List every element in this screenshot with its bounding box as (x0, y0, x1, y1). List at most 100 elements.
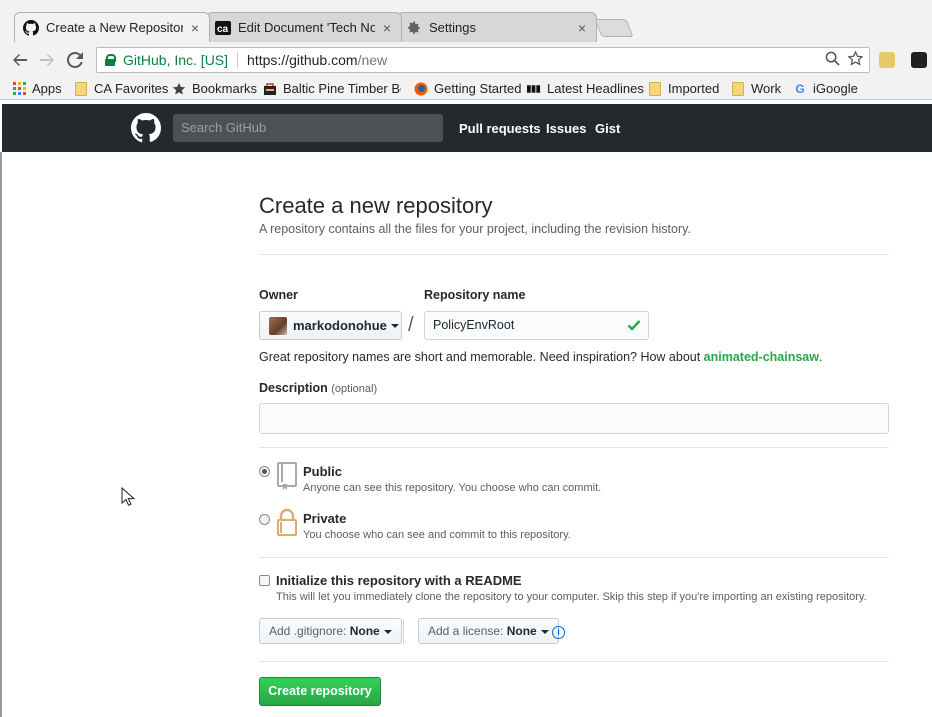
repo-name-input[interactable]: PolicyEnvRoot (424, 311, 649, 340)
repo-name-value: PolicyEnvRoot (433, 318, 515, 332)
license-prefix: Add a license: (428, 624, 507, 638)
public-radio[interactable] (259, 466, 270, 477)
lock-icon (105, 54, 116, 66)
description-optional: (optional) (331, 383, 378, 395)
star-icon (172, 82, 186, 96)
public-title: Public (303, 464, 343, 479)
tab-close-icon[interactable]: × (189, 20, 201, 36)
info-icon[interactable]: i (552, 626, 565, 639)
address-bar[interactable]: GitHub, Inc. [US] https://github.com/new (96, 47, 870, 73)
reload-icon[interactable] (65, 50, 85, 70)
check-icon (627, 318, 641, 332)
folder-icon (74, 81, 88, 96)
mouse-cursor-icon (121, 486, 136, 507)
license-value: None (506, 624, 537, 638)
new-tab-button[interactable] (594, 19, 634, 37)
hint-text: Great repository names are short and mem… (259, 350, 704, 364)
bookmark-imported[interactable]: Imported (648, 80, 719, 97)
forward-arrow-icon[interactable] (37, 50, 57, 70)
nav-pull-requests[interactable]: Pull requests (459, 121, 541, 136)
bookmark-label: CA Favorites (94, 81, 169, 96)
ca-icon: ca (215, 20, 231, 36)
owner-label: Owner (259, 288, 298, 302)
bookmark-label: Latest Headlines (547, 81, 644, 96)
bookmark-baltic-pine[interactable]: Baltic Pine Timber Boo (263, 80, 401, 97)
owner-repo-separator: / (408, 314, 414, 336)
tab-create-repository[interactable]: Create a New Repository × (14, 12, 210, 42)
tab-label: Create a New Repository (46, 20, 183, 35)
bookmark-label: Work (751, 81, 782, 96)
bookmark-work[interactable]: Work (731, 80, 781, 97)
folder-icon (731, 81, 745, 96)
private-note: You choose who can see and commit to thi… (303, 529, 571, 541)
public-note: Anyone can see this repository. You choo… (303, 482, 602, 494)
tab-close-icon[interactable]: × (381, 20, 393, 36)
bookmark-label: Apps (32, 81, 62, 96)
bookmark-star-icon[interactable] (847, 50, 864, 70)
private-radio[interactable] (259, 514, 270, 525)
tab-close-icon[interactable]: × (576, 20, 588, 36)
suggested-name-link[interactable]: animated-chainsaw (704, 350, 819, 364)
owner-select[interactable]: markodonohue (259, 311, 402, 340)
readme-label[interactable]: Initialize this repository with a README (276, 573, 522, 588)
firefox-icon (414, 82, 428, 96)
gitignore-value: None (349, 624, 380, 638)
description-input[interactable] (259, 403, 889, 434)
private-title: Private (303, 511, 347, 526)
page-subtitle: A repository contains all the files for … (259, 222, 691, 236)
svg-text:ca: ca (217, 24, 229, 35)
readme-checkbox[interactable] (259, 575, 270, 586)
hint-suffix: . (819, 350, 823, 364)
owner-value: markodonohue (293, 318, 387, 333)
divider (259, 557, 889, 558)
license-select[interactable]: Add a license: None (418, 618, 559, 644)
zoom-search-icon[interactable] (825, 51, 840, 70)
gitignore-select[interactable]: Add .gitignore: None (259, 618, 402, 644)
divider (259, 447, 889, 448)
tab-label: Settings (429, 20, 476, 35)
bookmark-label: Bookmarks (192, 81, 258, 96)
create-repository-button[interactable]: Create repository (259, 677, 381, 706)
bookmark-apps[interactable]: Apps (12, 80, 62, 97)
github-search-input[interactable]: Search GitHub (173, 114, 443, 142)
gear-icon (406, 20, 422, 36)
github-header: Search GitHub Pull requests Issues Gist (2, 104, 932, 152)
description-label: Description (optional) (259, 381, 377, 395)
google-icon: G (795, 81, 805, 96)
nav-issues[interactable]: Issues (546, 121, 586, 136)
bookmark-bookmarks[interactable]: Bookmarks (172, 80, 257, 97)
bookmark-igoogle[interactable]: G iGoogle (793, 80, 858, 97)
bookmark-getting-started[interactable]: Getting Started (414, 80, 521, 97)
nav-gist[interactable]: Gist (595, 121, 620, 136)
vertical-divider (403, 619, 404, 644)
browser-toolbar: GitHub, Inc. [US] https://github.com/new (0, 42, 932, 76)
window-edge (0, 152, 2, 717)
bookmarks-bar: Apps CA Favorites Bookmarks Baltic Pine … (0, 76, 932, 100)
avatar (269, 316, 287, 335)
bookmark-label: iGoogle (813, 81, 858, 96)
tab-edit-document[interactable]: ca Edit Document 'Tech Not × (206, 12, 402, 42)
tab-settings[interactable]: Settings × (397, 12, 597, 42)
bag-icon (263, 82, 277, 96)
gitignore-prefix: Add .gitignore: (269, 624, 350, 638)
tab-label: Edit Document 'Tech Not (238, 20, 375, 35)
security-label: GitHub, Inc. [US] (123, 52, 229, 68)
caret-down-icon (390, 323, 399, 328)
bookmark-label: Imported (668, 81, 720, 96)
bookmark-ca-favorites[interactable]: CA Favorites (74, 80, 168, 97)
bookmark-latest-headlines[interactable]: Latest Headlines (527, 80, 644, 97)
caret-down-icon (540, 629, 549, 634)
extension-tampermonkey-icon[interactable] (911, 52, 927, 68)
security-indicator[interactable]: GitHub, Inc. [US] (105, 52, 228, 68)
repo-book-icon (276, 462, 298, 493)
extension-pie-icon[interactable] (879, 52, 895, 68)
lock-icon (276, 508, 298, 539)
page-title: Create a new repository (259, 193, 493, 218)
browser-tab-strip: Settings × ca Edit Document 'Tech Not × … (0, 0, 932, 42)
url-path: /new (357, 52, 388, 68)
bbc-icon (527, 82, 541, 96)
back-arrow-icon[interactable] (10, 50, 30, 70)
divider (259, 254, 889, 255)
bookmark-label: Getting Started (434, 81, 522, 96)
github-logo-icon[interactable] (131, 113, 161, 143)
